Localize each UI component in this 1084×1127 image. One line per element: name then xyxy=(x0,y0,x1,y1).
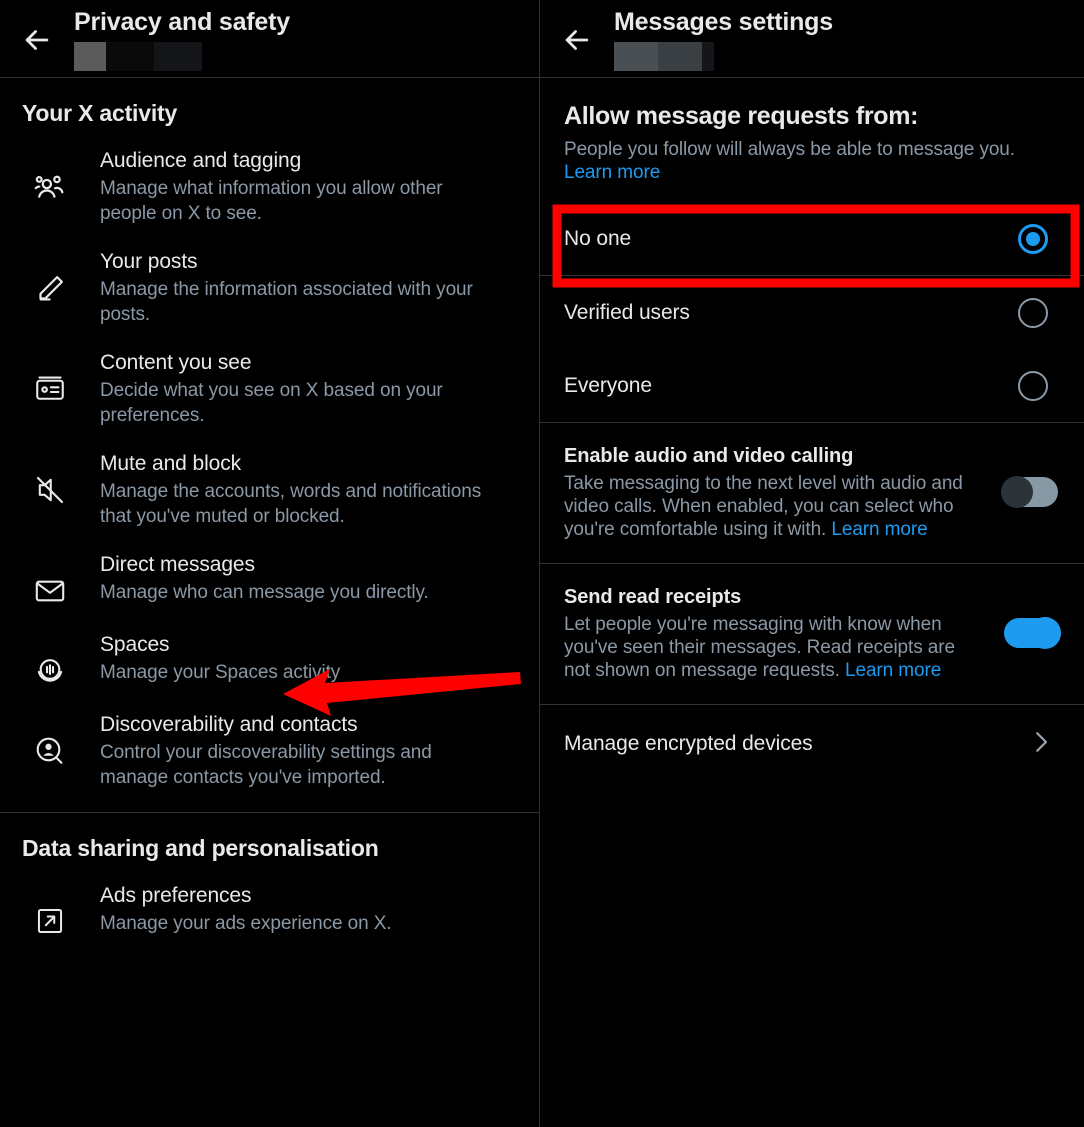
list-item-your-posts[interactable]: Your posts Manage the information associ… xyxy=(0,238,539,339)
privacy-and-safety-panel: Privacy and safety Your X activity Audie… xyxy=(0,0,540,1127)
nav-row-manage-encrypted-devices[interactable]: Manage encrypted devices xyxy=(540,705,1084,783)
radio-button[interactable] xyxy=(1018,370,1048,401)
list-item-discoverability-and-contacts[interactable]: Discoverability and contacts Control you… xyxy=(0,701,539,802)
setting-title: Enable audio and video calling xyxy=(564,445,854,467)
arrow-left-icon xyxy=(560,23,594,57)
radio-option-verified-users[interactable]: Verified users xyxy=(540,276,1084,349)
redaction-block xyxy=(154,42,202,71)
left-redaction-blocks xyxy=(74,42,290,71)
screenshot-root: Privacy and safety Your X activity Audie… xyxy=(0,0,1084,1127)
radio-label: No one xyxy=(564,226,632,250)
list-item-subtitle: Manage your ads experience on X. xyxy=(100,913,392,934)
list-item-text: Mute and block Manage the accounts, word… xyxy=(100,450,517,529)
list-item-text: Content you see Decide what you see on X… xyxy=(100,349,517,428)
toggle-text: Send read receipts Let people you're mes… xyxy=(564,584,1004,682)
setting-subtitle: Take messaging to the next level with au… xyxy=(564,472,986,541)
chevron-right-icon xyxy=(1026,727,1056,762)
allow-message-requests-heading: Allow message requests from: People you … xyxy=(540,78,1084,188)
list-item-text: Spaces Manage your Spaces activity xyxy=(100,631,517,685)
list-item-text: Your posts Manage the information associ… xyxy=(100,248,517,327)
back-button-right[interactable] xyxy=(540,0,614,78)
list-item-text: Ads preferences Manage your ads experien… xyxy=(100,882,517,936)
section-title-your-x-activity: Your X activity xyxy=(22,100,178,126)
redaction-block xyxy=(702,42,714,71)
radio-label: Verified users xyxy=(564,300,690,324)
learn-more-link[interactable]: Learn more xyxy=(845,660,941,681)
section-title-data-sharing: Data sharing and personalisation xyxy=(22,835,379,861)
page-title-left: Privacy and safety xyxy=(74,8,290,36)
radio-button-selected[interactable] xyxy=(1018,223,1048,254)
people-group-icon xyxy=(0,147,100,207)
list-item-direct-messages[interactable]: Direct messages Manage who can message y… xyxy=(0,541,539,621)
radio-option-no-one[interactable]: No one xyxy=(540,202,1084,275)
right-title-area: Messages settings xyxy=(614,0,833,71)
list-item-ads-preferences[interactable]: Ads preferences Manage your ads experien… xyxy=(0,872,539,950)
redaction-block xyxy=(106,42,154,71)
redaction-block xyxy=(74,42,106,71)
toggle-knob xyxy=(1029,617,1061,649)
heading-title: Allow message requests from: xyxy=(564,102,919,130)
content-card-icon xyxy=(0,349,100,407)
list-item-title: Content you see xyxy=(100,351,252,374)
person-search-icon xyxy=(0,711,100,769)
radio-button[interactable] xyxy=(1018,297,1048,328)
list-item-title: Mute and block xyxy=(100,452,242,475)
learn-more-link[interactable]: Learn more xyxy=(831,519,927,540)
toggle-audio-video-calling[interactable] xyxy=(1001,476,1058,508)
list-item-subtitle: Manage the information associated with y… xyxy=(100,279,473,325)
list-item-text: Audience and tagging Manage what informa… xyxy=(100,147,517,226)
heading-description-text: People you follow will always be able to… xyxy=(564,139,1015,160)
toggle-send-read-receipts[interactable] xyxy=(1004,617,1061,649)
messages-settings-panel: Messages settings Allow message requests… xyxy=(540,0,1084,1127)
list-item-title: Discoverability and contacts xyxy=(100,713,358,736)
radio-label: Everyone xyxy=(564,373,652,397)
envelope-icon xyxy=(0,551,100,609)
right-topbar: Messages settings xyxy=(540,0,1084,78)
setting-subtitle: Let people you're messaging with know wh… xyxy=(564,613,986,682)
pencil-icon xyxy=(0,248,100,308)
list-item-text: Discoverability and contacts Control you… xyxy=(100,711,517,790)
left-topbar: Privacy and safety xyxy=(0,0,539,78)
list-item-subtitle: Manage what information you allow other … xyxy=(100,178,443,224)
left-title-area: Privacy and safety xyxy=(74,0,290,71)
list-item-subtitle: Manage who can message you directly. xyxy=(100,582,429,603)
list-item-title: Ads preferences xyxy=(100,884,252,907)
arrow-left-icon xyxy=(20,23,54,57)
list-item-mute-and-block[interactable]: Mute and block Manage the accounts, word… xyxy=(0,440,539,541)
setting-title: Send read receipts xyxy=(564,586,742,608)
list-item-title: Direct messages xyxy=(100,553,255,576)
redaction-block xyxy=(658,42,702,71)
list-item-text: Direct messages Manage who can message y… xyxy=(100,551,517,605)
list-item-subtitle: Decide what you see on X based on your p… xyxy=(100,380,443,426)
list-item-content-you-see[interactable]: Content you see Decide what you see on X… xyxy=(0,339,539,440)
external-link-icon xyxy=(0,882,100,938)
list-item-subtitle: Control your discoverability settings an… xyxy=(100,742,432,788)
list-item-spaces[interactable]: Spaces Manage your Spaces activity xyxy=(0,621,539,701)
nav-row-label: Manage encrypted devices xyxy=(564,732,813,755)
list-item-title: Spaces xyxy=(100,633,170,656)
page-title-right: Messages settings xyxy=(614,8,833,36)
setting-enable-audio-video-calling[interactable]: Enable audio and video calling Take mess… xyxy=(540,423,1084,563)
list-item-title: Audience and tagging xyxy=(100,149,302,172)
list-item-title: Your posts xyxy=(100,250,198,273)
heading-description: People you follow will always be able to… xyxy=(564,138,1062,184)
toggle-text: Enable audio and video calling Take mess… xyxy=(564,443,1004,541)
list-item-subtitle: Manage your Spaces activity xyxy=(100,662,341,683)
right-redaction-blocks xyxy=(614,42,833,71)
spaces-microphone-icon xyxy=(0,631,100,689)
toggle-knob xyxy=(1001,476,1033,508)
setting-send-read-receipts[interactable]: Send read receipts Let people you're mes… xyxy=(540,564,1084,704)
redaction-block xyxy=(614,42,658,71)
learn-more-link[interactable]: Learn more xyxy=(564,162,660,183)
radio-option-everyone[interactable]: Everyone xyxy=(540,349,1084,422)
back-button-left[interactable] xyxy=(0,0,74,78)
list-item-subtitle: Manage the accounts, words and notificat… xyxy=(100,481,482,527)
list-item-audience-and-tagging[interactable]: Audience and tagging Manage what informa… xyxy=(0,137,539,238)
speaker-mute-icon xyxy=(0,450,100,508)
